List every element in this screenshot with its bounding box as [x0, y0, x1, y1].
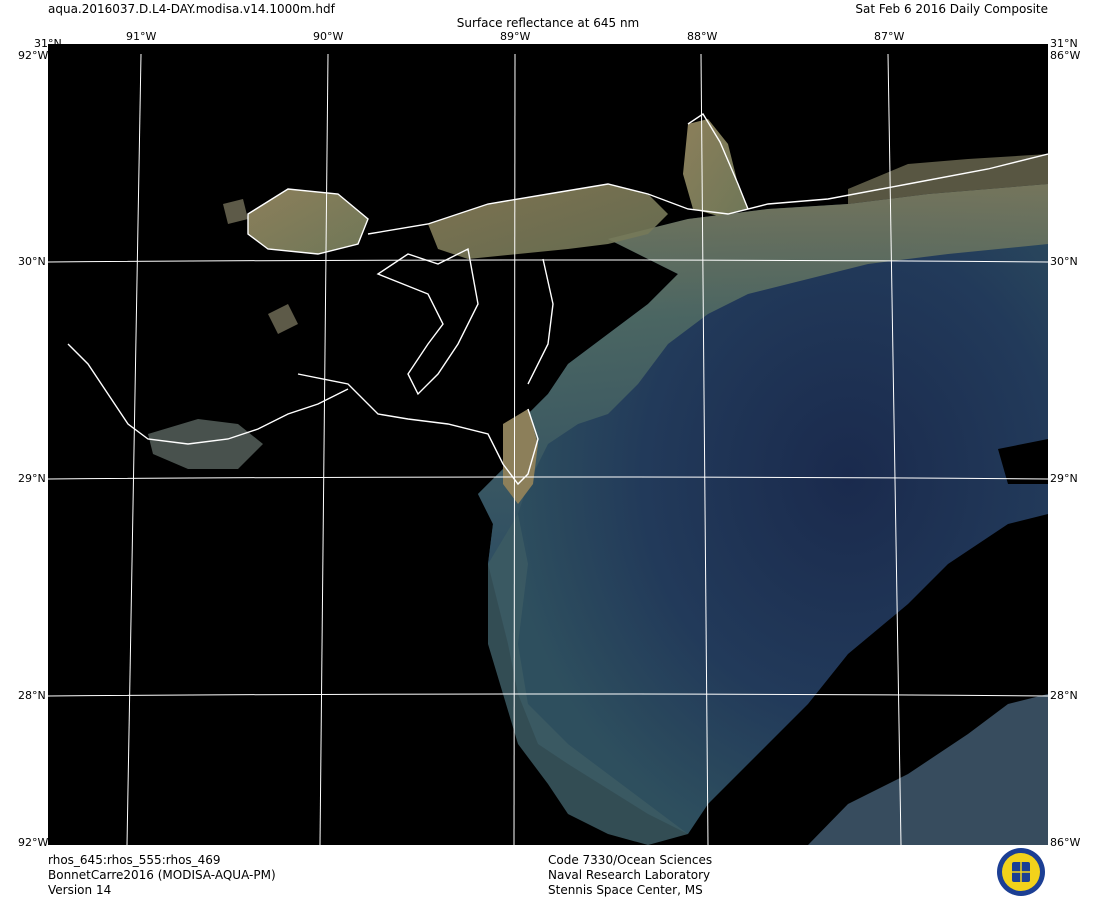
- lat-label-29n-left: 29°N: [18, 472, 46, 485]
- footer-institution: Code 7330/Ocean Sciences Naval Research …: [548, 853, 712, 898]
- date-label: Sat Feb 6 2016 Daily Composite: [855, 2, 1048, 16]
- corner-label-side-left: 92°W: [18, 49, 49, 62]
- lon-label-89w: 89°W: [500, 30, 531, 43]
- lon-label-87w: 87°W: [874, 30, 905, 43]
- lat-label-30n-left: 30°N: [18, 255, 46, 268]
- lat-label-28n-right: 28°N: [1050, 689, 1078, 702]
- footer-project: BonnetCarre2016 (MODISA-AQUA-PM): [48, 868, 276, 882]
- footer-bands: rhos_645:rhos_555:rhos_469: [48, 853, 221, 867]
- footer-lab: Naval Research Laboratory: [548, 868, 711, 882]
- lon-label-88w: 88°W: [687, 30, 718, 43]
- footer-product-info: rhos_645:rhos_555:rhos_469 BonnetCarre20…: [48, 853, 276, 898]
- nrl-seal-icon: [997, 848, 1045, 896]
- footer-version: Version 14: [48, 883, 112, 897]
- lon-label-90w: 90°W: [313, 30, 344, 43]
- lat-label-30n-right: 30°N: [1050, 255, 1078, 268]
- corner-label-bottom-right: 86°W: [1050, 836, 1081, 849]
- lat-label-29n-right: 29°N: [1050, 472, 1078, 485]
- lat-label-28n-left: 28°N: [18, 689, 46, 702]
- footer-location: Stennis Space Center, MS: [548, 883, 703, 897]
- file-name: aqua.2016037.D.L4-DAY.modisa.v14.1000m.h…: [48, 2, 335, 16]
- footer-code: Code 7330/Ocean Sciences: [548, 853, 713, 867]
- corner-label-side-right: 86°W: [1050, 49, 1081, 62]
- product-title: Surface reflectance at 645 nm: [456, 16, 640, 30]
- corner-label-bottom-left: 92°W: [18, 836, 49, 849]
- reflectance-map: [48, 44, 1048, 845]
- lon-label-91w: 91°W: [126, 30, 157, 43]
